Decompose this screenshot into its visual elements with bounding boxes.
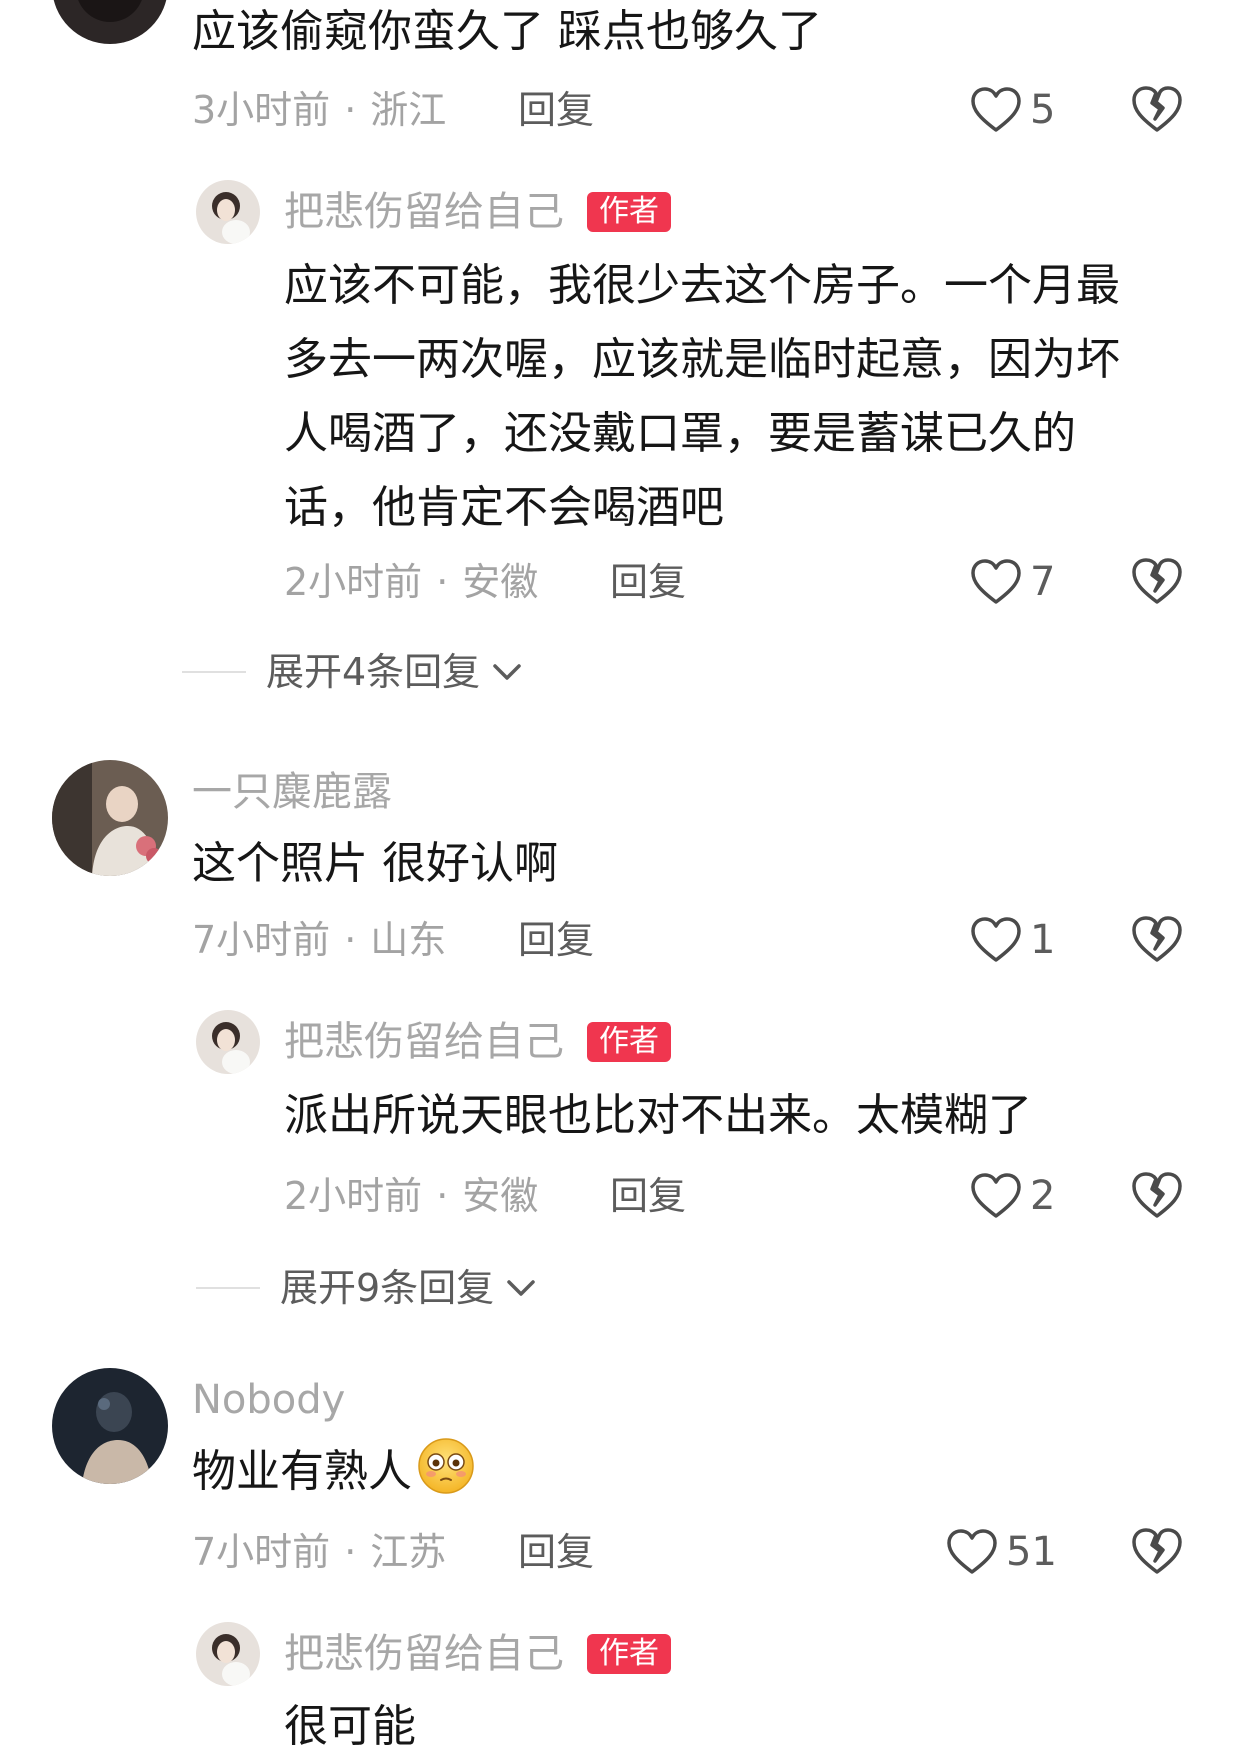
- reply-button[interactable]: 回复: [610, 1172, 686, 1220]
- heart-icon: [946, 1528, 998, 1576]
- reply-button[interactable]: 回复: [518, 86, 594, 134]
- reply-location: 安徽: [462, 1174, 539, 1218]
- reply-time: 2小时前: [284, 1174, 423, 1218]
- flushed-face-icon: [418, 1438, 474, 1494]
- like-button[interactable]: 51: [946, 1528, 1057, 1576]
- comment-meta: 3小时前 · 浙江: [192, 86, 446, 134]
- meta-separator: ·: [344, 88, 357, 132]
- author-name[interactable]: 把悲伤留给自己: [284, 1630, 564, 1678]
- comment-text: 这个照片 很好认啊: [192, 838, 558, 889]
- commenter-name[interactable]: 一只麋鹿露: [192, 768, 392, 816]
- chevron-down-icon: [504, 1277, 538, 1299]
- reply-button[interactable]: 回复: [518, 1528, 594, 1576]
- author-avatar[interactable]: [196, 1622, 260, 1686]
- like-button[interactable]: 5: [970, 86, 1055, 134]
- comment-location: 江苏: [370, 1530, 447, 1574]
- author-avatar[interactable]: [196, 180, 260, 244]
- commenter-name[interactable]: Nobody: [192, 1376, 345, 1424]
- expand-label: 展开4条回复: [266, 650, 481, 694]
- comment-time: 7小时前: [192, 1530, 331, 1574]
- expand-label: 展开9条回复: [280, 1266, 495, 1310]
- reply-meta: 2小时前 · 安徽: [284, 1172, 538, 1220]
- comment-text: 物业有熟人: [192, 1435, 476, 1509]
- like-button[interactable]: 2: [970, 1172, 1055, 1220]
- heart-icon: [970, 1172, 1022, 1220]
- reply-text-line: 人喝酒了，还没戴口罩，要是蓄谋已久的: [284, 408, 1076, 459]
- comment-time: 7小时前: [192, 918, 331, 962]
- like-count: 2: [1030, 1173, 1056, 1219]
- divider: [196, 1287, 260, 1289]
- dislike-icon[interactable]: [1130, 84, 1184, 134]
- reply-meta: 2小时前 · 安徽: [284, 558, 538, 606]
- comment-text-content: 物业有熟人: [192, 1446, 412, 1497]
- author-name[interactable]: 把悲伤留给自己: [284, 188, 564, 236]
- meta-separator: ·: [344, 918, 357, 962]
- comment-time: 3小时前: [192, 88, 331, 132]
- like-count: 5: [1030, 87, 1056, 133]
- avatar[interactable]: [52, 760, 168, 876]
- reply-button[interactable]: 回复: [610, 558, 686, 606]
- chevron-down-icon: [490, 661, 524, 683]
- comment-location: 浙江: [370, 88, 447, 132]
- avatar[interactable]: [52, 0, 168, 44]
- reply-text: 派出所说天眼也比对不出来。太模糊了: [284, 1090, 1032, 1141]
- heart-icon: [970, 86, 1022, 134]
- reply-time: 2小时前: [284, 560, 423, 604]
- comment-text: 应该偷窥你蛮久了 踩点也够久了: [192, 6, 822, 57]
- dislike-icon[interactable]: [1130, 914, 1184, 964]
- comment-location: 山东: [370, 918, 447, 962]
- like-button[interactable]: 7: [970, 558, 1055, 606]
- reply-text: 很可能: [284, 1701, 416, 1752]
- heart-icon: [970, 916, 1022, 964]
- reply-text-line: 话，他肯定不会喝酒吧: [284, 482, 724, 533]
- dislike-icon[interactable]: [1130, 1170, 1184, 1220]
- author-badge: 作者: [587, 192, 671, 232]
- reply-text-line: 应该不可能，我很少去这个房子。一个月最: [284, 260, 1120, 311]
- author-badge: 作者: [587, 1634, 671, 1674]
- author-badge: 作者: [587, 1022, 671, 1062]
- avatar[interactable]: [52, 1368, 168, 1484]
- author-avatar[interactable]: [196, 1010, 260, 1074]
- reply-text-line: 多去一两次喔，应该就是临时起意，因为坏: [284, 334, 1120, 385]
- dislike-icon[interactable]: [1130, 1526, 1184, 1576]
- expand-replies-button[interactable]: 展开9条回复: [196, 1264, 538, 1312]
- comment-meta: 7小时前 · 江苏: [192, 1528, 446, 1576]
- like-button[interactable]: 1: [970, 916, 1055, 964]
- like-count: 7: [1030, 559, 1056, 605]
- reply-location: 安徽: [462, 560, 539, 604]
- divider: [182, 671, 246, 673]
- meta-separator: ·: [436, 1174, 449, 1218]
- dislike-icon[interactable]: [1130, 556, 1184, 606]
- reply-button[interactable]: 回复: [518, 916, 594, 964]
- comment-meta: 7小时前 · 山东: [192, 916, 446, 964]
- author-name[interactable]: 把悲伤留给自己: [284, 1018, 564, 1066]
- meta-separator: ·: [344, 1530, 357, 1574]
- expand-replies-button[interactable]: 展开4条回复: [182, 648, 524, 696]
- meta-separator: ·: [436, 560, 449, 604]
- heart-icon: [970, 558, 1022, 606]
- like-count: 1: [1030, 917, 1056, 963]
- like-count: 51: [1006, 1529, 1057, 1575]
